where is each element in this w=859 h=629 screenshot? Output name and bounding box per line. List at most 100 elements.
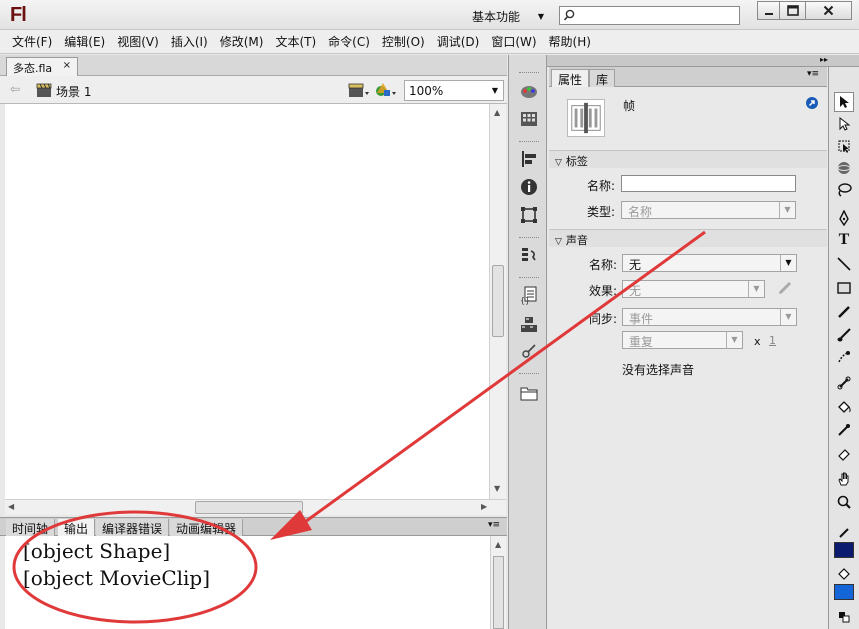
tab-library[interactable]: 库 xyxy=(589,69,616,87)
free-transform-tool-icon[interactable] xyxy=(834,136,854,156)
section-sound-header[interactable]: ▽ 声音 xyxy=(549,229,827,247)
panel-menu-icon[interactable]: ▾≡ xyxy=(807,69,819,79)
help-search-box[interactable] xyxy=(559,6,740,25)
scroll-right-icon[interactable]: ▶ xyxy=(481,502,487,511)
subselection-tool-icon[interactable] xyxy=(834,114,854,134)
sound-name-select[interactable]: 无 ▼ xyxy=(622,254,797,272)
scroll-thumb[interactable] xyxy=(493,556,504,629)
repeat-count[interactable]: 1 xyxy=(769,334,776,347)
tab-output[interactable]: 输出 xyxy=(58,519,96,536)
fill-color-bucket-icon[interactable] xyxy=(834,564,854,584)
components-panel-icon[interactable] xyxy=(519,315,539,335)
frame-name-input[interactable] xyxy=(621,175,796,192)
tab-properties[interactable]: 属性 xyxy=(551,69,590,87)
pen-tool-icon[interactable] xyxy=(834,208,854,228)
lasso-tool-icon[interactable] xyxy=(834,180,854,200)
edit-envelope-pencil-icon[interactable] xyxy=(777,280,793,296)
panel-grip[interactable] xyxy=(519,277,539,280)
repeat-select[interactable]: 重复 ▼ xyxy=(622,331,743,349)
line-tool-icon[interactable] xyxy=(834,254,854,274)
scroll-down-icon[interactable]: ▼ xyxy=(494,484,500,493)
eraser-tool-icon[interactable] xyxy=(834,443,854,463)
text-tool-icon[interactable]: T xyxy=(834,230,854,250)
menu-file[interactable]: 文件(F) xyxy=(6,31,58,53)
stroke-color-swatch[interactable] xyxy=(834,542,854,558)
sound-name-label: 名称: xyxy=(589,258,618,272)
panel-grip[interactable] xyxy=(519,373,539,376)
menu-debug[interactable]: 调试(D) xyxy=(431,31,486,53)
minimize-button[interactable] xyxy=(757,1,780,20)
document-tab[interactable]: 多态.fla × xyxy=(6,57,78,76)
scroll-up-icon[interactable]: ▲ xyxy=(495,540,501,549)
code-snippets-panel-icon[interactable] xyxy=(519,341,539,361)
hand-tool-icon[interactable] xyxy=(834,469,854,489)
bone-tool-icon[interactable] xyxy=(834,373,854,393)
scroll-left-icon[interactable]: ◀ xyxy=(8,502,14,511)
panel-grip[interactable] xyxy=(519,141,539,144)
help-link-icon[interactable] xyxy=(805,96,819,110)
menu-modify[interactable]: 修改(M) xyxy=(214,31,270,53)
menu-commands[interactable]: 命令(C) xyxy=(322,31,376,53)
swatches-panel-icon[interactable] xyxy=(519,109,539,129)
history-panel-icon[interactable] xyxy=(519,245,539,265)
brush-tool-icon[interactable] xyxy=(834,325,854,345)
rectangle-tool-icon[interactable] xyxy=(834,278,854,298)
menu-bar: 文件(F) 编辑(E) 视图(V) 插入(I) 修改(M) 文本(T) 命令(C… xyxy=(0,30,859,54)
stage-canvas[interactable] xyxy=(5,104,489,499)
label-type-select[interactable]: 名称 ▼ xyxy=(621,201,796,219)
search-input[interactable] xyxy=(578,7,738,24)
scroll-thumb[interactable] xyxy=(492,265,504,337)
menu-insert[interactable]: 插入(I) xyxy=(165,31,214,53)
actions-panel-icon[interactable]: {} xyxy=(519,285,539,305)
library-panel-icon[interactable] xyxy=(519,383,539,403)
menu-window[interactable]: 窗口(W) xyxy=(485,31,542,53)
panel-grip[interactable] xyxy=(519,72,539,75)
output-vertical-scrollbar[interactable]: ▲ xyxy=(490,536,506,629)
deco-tool-icon[interactable] xyxy=(834,347,854,367)
stroke-color-pencil-icon[interactable] xyxy=(834,523,854,543)
sync-select[interactable]: 事件 ▼ xyxy=(622,308,797,326)
eyedropper-tool-icon[interactable] xyxy=(834,420,854,440)
properties-tab-bar: 属性 库 ▾≡ xyxy=(549,67,827,87)
zoom-tool-icon[interactable] xyxy=(834,492,854,512)
align-panel-icon[interactable] xyxy=(519,149,539,169)
menu-help[interactable]: 帮助(H) xyxy=(543,31,597,53)
transform-panel-icon[interactable] xyxy=(519,205,539,225)
scroll-thumb[interactable] xyxy=(195,501,303,514)
stage-horizontal-scrollbar[interactable]: ◀ ▶ xyxy=(5,499,506,515)
expand-arrows-icon[interactable]: ▸▸ xyxy=(820,55,828,64)
menu-text[interactable]: 文本(T) xyxy=(269,31,322,53)
close-button[interactable] xyxy=(805,1,852,20)
panel-menu-icon[interactable]: ▾≡ xyxy=(488,520,500,530)
panel-grip[interactable] xyxy=(519,237,539,240)
pencil-tool-icon[interactable] xyxy=(834,302,854,322)
effect-value: 无 xyxy=(629,284,642,298)
edit-symbol-icon[interactable] xyxy=(374,81,398,99)
edit-scene-icon[interactable] xyxy=(348,81,370,99)
app-logo: Fl xyxy=(10,4,27,26)
tab-compiler-errors[interactable]: 编译器错误 xyxy=(96,519,170,536)
menu-edit[interactable]: 编辑(E) xyxy=(58,31,111,53)
swap-colors-icon[interactable] xyxy=(834,607,854,627)
color-panel-icon[interactable] xyxy=(519,81,539,101)
menu-view[interactable]: 视图(V) xyxy=(111,31,165,53)
zoom-select[interactable]: 100% ▼ xyxy=(404,80,504,101)
menu-control[interactable]: 控制(O) xyxy=(376,31,431,53)
info-panel-icon[interactable] xyxy=(519,177,539,197)
section-label-header[interactable]: ▽ 标签 xyxy=(549,150,827,168)
minimize-icon xyxy=(764,12,773,15)
close-tab-icon[interactable]: × xyxy=(63,60,71,74)
effect-select[interactable]: 无 ▼ xyxy=(622,280,765,298)
selection-tool-icon[interactable] xyxy=(834,92,854,112)
workspace-switcher[interactable]: 基本功能 ▼ xyxy=(466,6,550,26)
maximize-button[interactable] xyxy=(779,1,806,20)
back-arrow-icon[interactable]: ⇦ xyxy=(10,82,20,96)
scroll-up-icon[interactable]: ▲ xyxy=(494,108,500,117)
paint-bucket-tool-icon[interactable] xyxy=(834,397,854,417)
fill-color-swatch[interactable] xyxy=(834,584,854,600)
tab-timeline[interactable]: 时间轴 xyxy=(6,519,56,536)
3d-rotation-tool-icon[interactable] xyxy=(834,158,854,178)
stage-vertical-scrollbar[interactable]: ▲ ▼ xyxy=(489,104,506,499)
output-panel[interactable]: [object Shape] [object MovieClip] xyxy=(5,536,490,629)
tab-motion-editor[interactable]: 动画编辑器 xyxy=(170,519,244,536)
